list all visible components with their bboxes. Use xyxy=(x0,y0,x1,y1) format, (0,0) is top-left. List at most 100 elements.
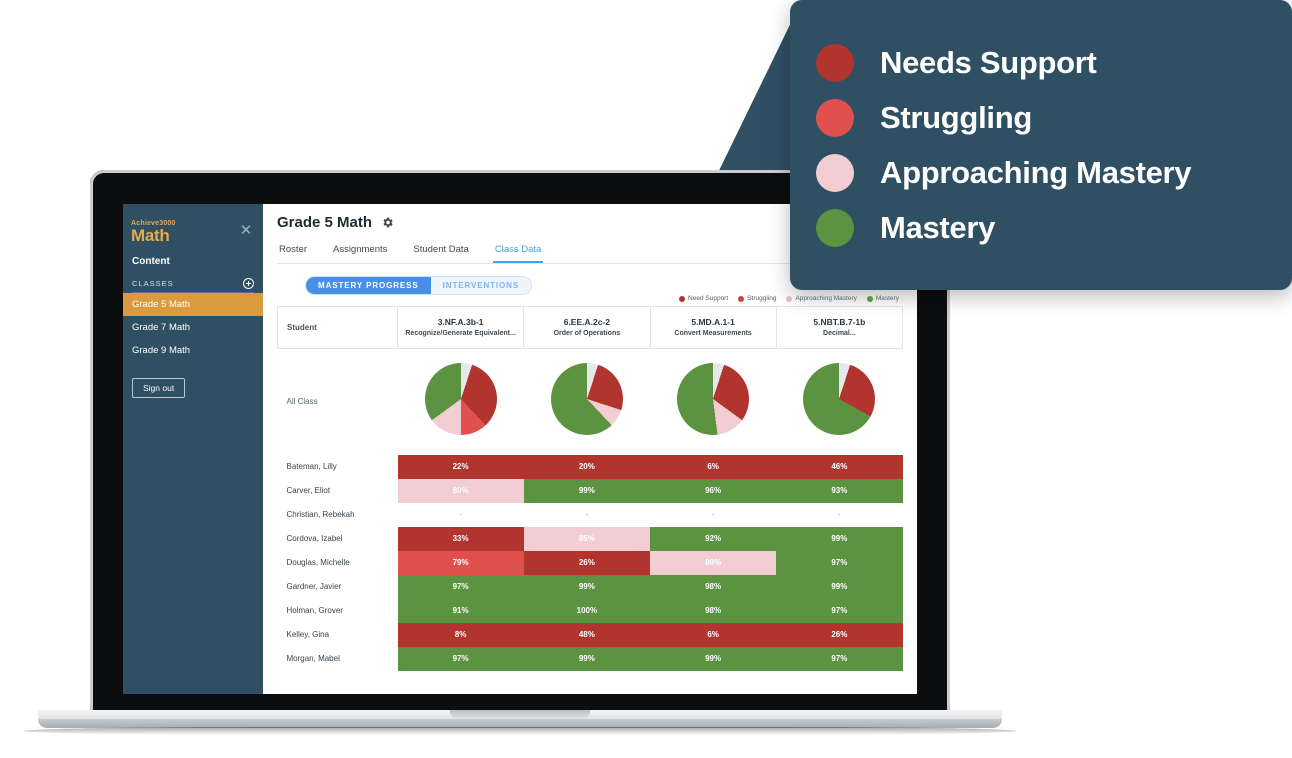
mastery-cell[interactable]: - xyxy=(776,502,903,527)
callout-label: Approaching Mastery xyxy=(880,154,1192,190)
mastery-cell[interactable]: 98% xyxy=(650,574,777,599)
column-header-standard-1[interactable]: 3.NF.A.3b-1 Recognize/Generate Equivalen… xyxy=(396,306,525,349)
tab-student-data[interactable]: Student Data xyxy=(411,240,470,263)
pie-chart xyxy=(550,363,623,436)
table-row[interactable]: Gardner, Javier 97% 99% 98% 99% xyxy=(277,574,903,599)
sidebar-item-grade-9-math[interactable]: Grade 9 Math xyxy=(123,339,263,362)
all-class-label: All Class xyxy=(286,397,318,407)
sign-out-button[interactable]: Sign out xyxy=(132,377,186,398)
sidebar-item-content-label: Content xyxy=(132,255,170,267)
sidebar-item-grade-5-math[interactable]: Grade 5 Math xyxy=(123,292,263,316)
mastery-cell[interactable]: 97% xyxy=(776,646,903,671)
pie-chart xyxy=(424,363,497,436)
mastery-cell[interactable]: 92% xyxy=(650,526,777,551)
pie-chart xyxy=(803,363,876,436)
close-icon[interactable]: ✕ xyxy=(239,223,253,238)
pie-chart-cell-2[interactable] xyxy=(524,349,650,455)
table-head: Student 3.NF.A.3b-1 Recognize/Generate E… xyxy=(277,306,904,349)
mastery-cell[interactable]: 93% xyxy=(776,478,903,503)
table-row[interactable]: Cordova, Izabel 33% 85% 92% 99% xyxy=(277,526,903,551)
signout-wrapper: Sign out xyxy=(123,362,263,398)
mastery-cell[interactable]: 48% xyxy=(523,622,650,647)
mastery-cell[interactable]: 26% xyxy=(523,550,650,575)
column-header-standard-2[interactable]: 6.EE.A.2c-2 Order of Operations xyxy=(523,306,651,349)
mastery-cell[interactable]: 96% xyxy=(650,478,777,503)
mastery-cell[interactable]: 97% xyxy=(397,574,524,599)
tab-class-data[interactable]: Class Data xyxy=(492,240,544,263)
pie-chart-cell-3[interactable] xyxy=(650,349,776,455)
column-header-standard-3[interactable]: 5.MD.A.1-1 Convert Measurements xyxy=(649,306,777,349)
laptop-base-notch xyxy=(450,710,590,719)
mastery-cell[interactable]: 97% xyxy=(397,646,524,671)
legend-dot-icon xyxy=(866,295,873,302)
student-name: Morgan, Mabel xyxy=(277,646,398,671)
table-row[interactable]: Carver, Eliot 80% 99% 96% 93% xyxy=(277,478,903,503)
sidebar: Achieve3000 Math ✕ Content CLASSES Grade… xyxy=(123,204,263,694)
standard-code: 3.NF.A.3b-1 xyxy=(437,316,484,327)
sidebar-item-grade-7-math[interactable]: Grade 7 Math xyxy=(123,316,263,339)
mastery-cell[interactable]: 99% xyxy=(776,574,903,599)
mastery-cell[interactable]: 100% xyxy=(523,598,650,623)
all-class-row: All Class xyxy=(278,349,903,455)
mastery-cell[interactable]: 91% xyxy=(397,598,524,623)
pie-chart-cell-4[interactable] xyxy=(776,349,902,455)
legend-dot-icon xyxy=(816,98,854,137)
callout-item-struggling: Struggling xyxy=(816,98,1266,137)
mastery-cell[interactable]: 99% xyxy=(523,574,650,599)
tab-roster[interactable]: Roster xyxy=(277,240,309,263)
sidebar-item-content[interactable]: Content xyxy=(123,247,263,276)
column-header-standard-4[interactable]: 5.NBT.B.7-1b Decimal... xyxy=(775,306,904,349)
student-name: Carver, Eliot xyxy=(277,478,398,503)
mastery-cell[interactable]: 80% xyxy=(650,550,777,575)
mastery-cell[interactable]: 79% xyxy=(397,550,524,575)
mastery-cell[interactable]: 46% xyxy=(776,454,903,479)
legend-item-approaching-mastery: Approaching Mastery xyxy=(786,295,857,302)
mastery-cell[interactable]: 99% xyxy=(523,646,650,671)
table-row[interactable]: Morgan, Mabel 97% 99% 99% 97% xyxy=(277,646,903,671)
classes-header-label: CLASSES xyxy=(132,278,174,288)
table-row[interactable]: Christian, Rebekah - - - - xyxy=(277,502,903,527)
mastery-cell[interactable]: 99% xyxy=(776,526,903,551)
mastery-cell[interactable]: 80% xyxy=(397,478,524,503)
table-row[interactable]: Kelley, Gina 8% 48% 6% 26% xyxy=(277,622,903,647)
mastery-cell[interactable]: 6% xyxy=(650,454,777,479)
laptop-base-shadow xyxy=(24,727,1016,735)
logo-main-text: Math xyxy=(131,226,170,245)
mastery-cell[interactable]: 98% xyxy=(650,598,777,623)
table-row[interactable]: Holman, Grover 91% 100% 98% 97% xyxy=(277,598,903,623)
mastery-cell[interactable]: 85% xyxy=(523,526,650,551)
mastery-cell[interactable]: - xyxy=(523,502,650,527)
class-item-label: Grade 7 Math xyxy=(132,321,191,333)
standard-name: Convert Measurements xyxy=(674,329,752,337)
student-name: Christian, Rebekah xyxy=(277,502,398,527)
table-row[interactable]: Douglas, Michelle 79% 26% 80% 97% xyxy=(277,550,903,575)
legend-label: Mastery xyxy=(875,295,899,302)
mastery-cell[interactable]: 97% xyxy=(776,598,903,623)
mastery-cell[interactable]: 20% xyxy=(523,454,650,479)
mastery-table-wrapper: Need Support Struggling Approaching Mast… xyxy=(277,295,904,671)
callout-label: Mastery xyxy=(880,209,996,245)
mastery-cell[interactable]: 99% xyxy=(650,646,777,671)
mastery-cell[interactable]: 97% xyxy=(776,550,903,575)
legend-item-need-support: Need Support xyxy=(679,295,728,302)
mastery-cell[interactable]: 99% xyxy=(523,478,650,503)
mastery-cell[interactable]: 6% xyxy=(650,622,777,647)
standard-code: 5.MD.A.1-1 xyxy=(691,316,735,327)
callout-item-approaching-mastery: Approaching Mastery xyxy=(816,153,1266,192)
mastery-cell[interactable]: - xyxy=(397,502,524,527)
toggle-mastery-progress[interactable]: MASTERY PROGRESS xyxy=(306,277,431,294)
mastery-cell[interactable]: - xyxy=(650,502,777,527)
mastery-cell[interactable]: 8% xyxy=(397,622,524,647)
callout-label: Needs Support xyxy=(880,44,1097,80)
table-row[interactable]: Bateman, Lilly 22% 20% 6% 46% xyxy=(277,454,903,479)
tab-assignments[interactable]: Assignments xyxy=(331,240,389,263)
legend-dot-icon xyxy=(816,43,854,82)
mastery-cell[interactable]: 33% xyxy=(397,526,524,551)
app-logo[interactable]: Achieve3000 Math ✕ xyxy=(123,214,263,247)
mastery-cell[interactable]: 22% xyxy=(397,454,524,479)
plus-circle-icon[interactable] xyxy=(243,277,254,289)
gear-icon[interactable] xyxy=(381,216,394,229)
pie-chart-cell-1[interactable] xyxy=(398,349,524,455)
toggle-interventions[interactable]: INTERVENTIONS xyxy=(430,277,532,294)
mastery-cell[interactable]: 26% xyxy=(776,622,903,647)
